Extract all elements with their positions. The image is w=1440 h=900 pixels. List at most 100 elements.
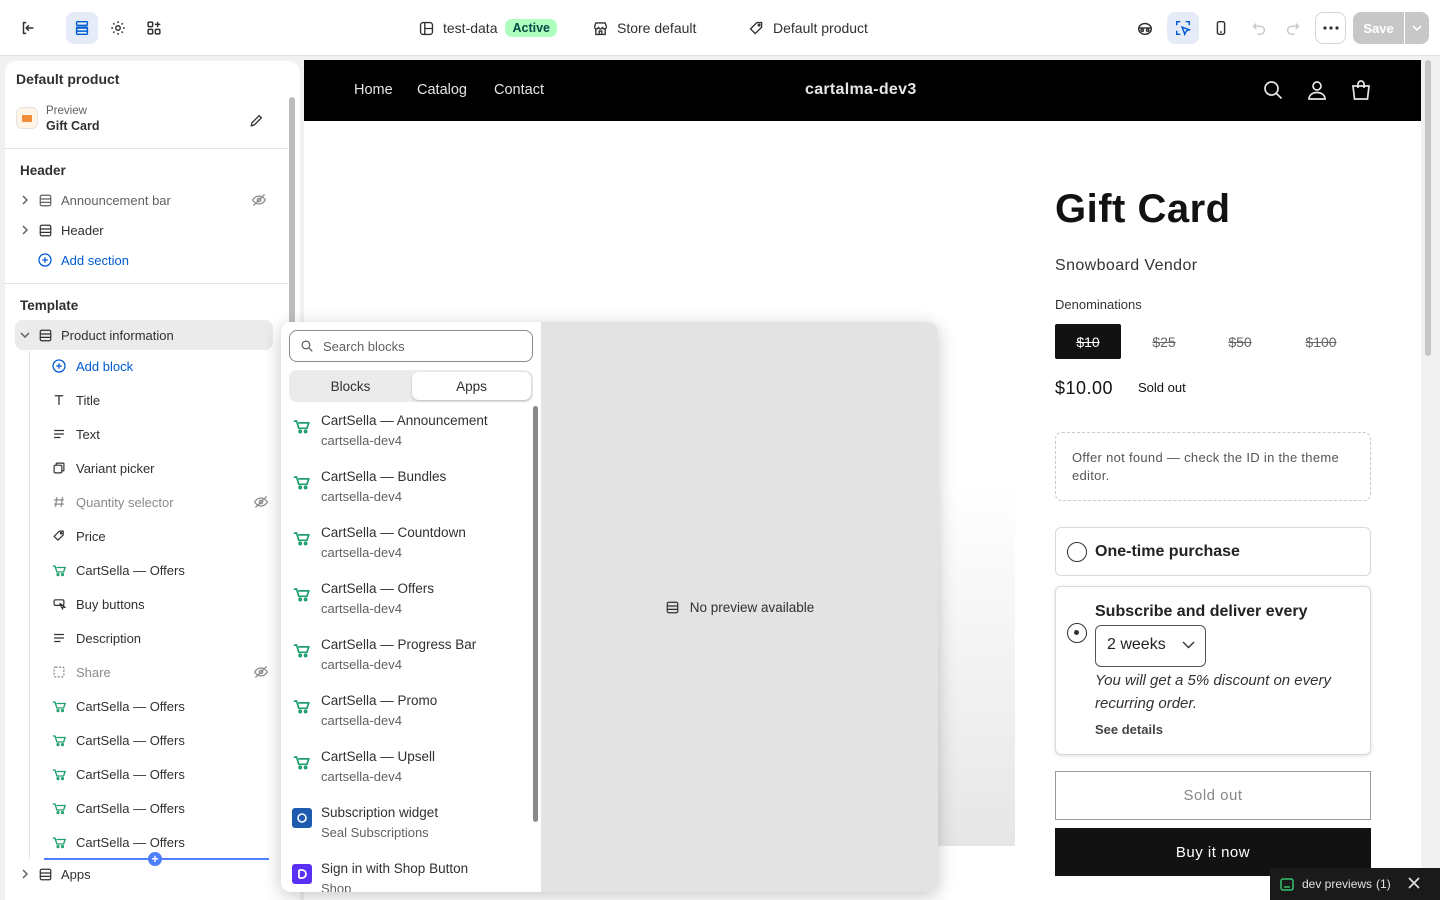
cart-icon[interactable] [1350, 79, 1372, 101]
preview-scrollbar[interactable] [1425, 60, 1431, 356]
block-cartsella-offers[interactable]: CartSella — Offers [51, 725, 273, 755]
block-label: CartSella — Offers [76, 562, 185, 578]
sidebar-scrollbar[interactable] [289, 97, 295, 357]
radio-button[interactable] [1067, 542, 1087, 562]
chevron-right-icon[interactable] [15, 869, 35, 879]
denomination-option[interactable]: $10 [1055, 324, 1121, 359]
toast-label: dev previews [1302, 877, 1373, 891]
cartsella-icon [51, 732, 67, 748]
app-block-item[interactable]: CartSella — Bundles cartsella-dev4 [289, 460, 529, 516]
cartsella-icon [51, 834, 67, 850]
plus-circle-icon [37, 252, 53, 268]
preview-product: Gift Card [46, 119, 100, 133]
denomination-option[interactable]: $50 [1207, 324, 1273, 359]
app-block-item[interactable]: CartSella — Promo cartsella-dev4 [289, 684, 529, 740]
gear-icon[interactable] [102, 12, 134, 44]
subscribe-label: Subscribe and deliver every [1095, 603, 1308, 620]
app-block-item[interactable]: CartSella — Countdown cartsella-dev4 [289, 516, 529, 572]
template-selector[interactable]: Default product [748, 18, 868, 38]
section-apps[interactable]: Apps [15, 859, 273, 889]
app-block-item[interactable]: CartSella — Offers cartsella-dev4 [289, 572, 529, 628]
block-cartsella-offers[interactable]: CartSella — Offers [51, 555, 273, 585]
section-product-information[interactable]: Product information [15, 320, 273, 350]
add-section-button[interactable]: Add section [15, 245, 273, 275]
block-price[interactable]: Price [51, 521, 273, 551]
eye-hidden-icon[interactable] [253, 664, 269, 680]
block-cartsella-offers[interactable]: CartSella — Offers [51, 827, 273, 857]
block-description[interactable]: Description [51, 623, 273, 653]
inspector-icon[interactable] [1129, 12, 1161, 44]
plus-circle-icon [51, 358, 67, 374]
store-header: Home Catalog Contact cartalma-dev3 [304, 60, 1421, 121]
tab-blocks[interactable]: Blocks [291, 372, 410, 400]
section-label: Product information [61, 327, 174, 343]
app-block-item[interactable]: Sign in with Shop Button Shop [289, 852, 529, 892]
block-share[interactable]: Share [51, 657, 273, 687]
theme-selector[interactable]: test-data Active [418, 18, 558, 38]
theme-name: test-data [443, 20, 498, 36]
title-icon [51, 392, 67, 408]
app-block-source: cartsella-dev4 [321, 769, 402, 784]
block-buy-buttons[interactable]: Buy buttons [51, 589, 273, 619]
chevron-right-icon[interactable] [15, 225, 35, 235]
redo-icon[interactable] [1277, 12, 1309, 44]
section-header[interactable]: Header [15, 215, 273, 245]
account-icon[interactable] [1306, 79, 1328, 101]
app-block-source: cartsella-dev4 [321, 433, 402, 448]
block-label: Buy buttons [76, 596, 145, 612]
exit-icon[interactable] [12, 12, 44, 44]
select-element-icon[interactable] [1167, 12, 1199, 44]
block-title[interactable]: Title [51, 385, 273, 415]
app-block-item[interactable]: CartSella — Progress Bar cartsella-dev4 [289, 628, 529, 684]
block-cartsella-offers[interactable]: CartSella — Offers [51, 793, 273, 823]
block-cartsella-offers[interactable]: CartSella — Offers [51, 759, 273, 789]
app-block-item[interactable]: CartSella — Announcement cartsella-dev4 [289, 404, 529, 460]
pencil-icon[interactable] [245, 109, 267, 131]
save-button[interactable]: Save [1353, 12, 1404, 44]
add-block-button[interactable]: Add block [51, 351, 273, 381]
more-actions-button[interactable] [1315, 12, 1346, 44]
undo-icon[interactable] [1243, 12, 1275, 44]
block-quantity-selector[interactable]: Quantity selector [51, 487, 273, 517]
search-input[interactable] [323, 338, 513, 354]
block-label: Description [76, 630, 142, 646]
preview-window-icon [1280, 877, 1294, 891]
section-announcement-bar[interactable]: Announcement bar [15, 185, 273, 215]
denomination-option[interactable]: $100 [1283, 324, 1359, 359]
see-details-link[interactable]: See details [1095, 722, 1163, 737]
eye-hidden-icon[interactable] [251, 192, 267, 208]
sold-out-button[interactable]: Sold out [1055, 771, 1371, 820]
search-icon[interactable] [1262, 79, 1284, 101]
block-text[interactable]: Text [51, 419, 273, 449]
search-field[interactable] [289, 330, 533, 362]
subscription-option[interactable]: Subscribe and deliver every 2 weeks You … [1055, 586, 1371, 755]
block-cartsella-offers[interactable]: CartSella — Offers [51, 691, 273, 721]
nav-link-home[interactable]: Home [354, 82, 393, 98]
app-block-item[interactable]: CartSella — Upsell cartsella-dev4 [289, 740, 529, 796]
app-block-source: cartsella-dev4 [321, 601, 402, 616]
tab-apps[interactable]: Apps [412, 372, 531, 400]
one-time-purchase-option[interactable]: One-time purchase [1055, 527, 1371, 576]
denomination-option[interactable]: $25 [1131, 324, 1197, 359]
block-variant-picker[interactable]: Variant picker [51, 453, 273, 483]
save-menu-button[interactable] [1405, 12, 1429, 44]
dev-previews-toast[interactable]: dev previews (1) [1270, 868, 1440, 900]
nav-link-contact[interactable]: Contact [494, 82, 544, 98]
close-icon[interactable] [1408, 877, 1420, 889]
nav-link-catalog[interactable]: Catalog [417, 82, 467, 98]
store-context-selector[interactable]: Store default [592, 18, 696, 38]
frequency-select[interactable]: 2 weeks [1095, 625, 1206, 667]
chevron-down-icon[interactable] [15, 332, 35, 338]
apps-icon[interactable] [138, 12, 170, 44]
cartsella-icon [292, 528, 312, 548]
picker-scrollbar[interactable] [533, 406, 538, 822]
block-picker-list: Blocks Apps CartSella — Announcement car… [281, 322, 541, 892]
mobile-view-icon[interactable] [1205, 12, 1237, 44]
app-block-item[interactable]: Subscription widget Seal Subscriptions [289, 796, 529, 852]
chevron-right-icon[interactable] [15, 195, 35, 205]
buy-buttons-icon [51, 596, 67, 612]
radio-button[interactable] [1067, 623, 1087, 643]
sections-icon[interactable] [66, 12, 98, 44]
store-logo[interactable]: cartalma-dev3 [805, 81, 917, 99]
eye-hidden-icon[interactable] [253, 494, 269, 510]
